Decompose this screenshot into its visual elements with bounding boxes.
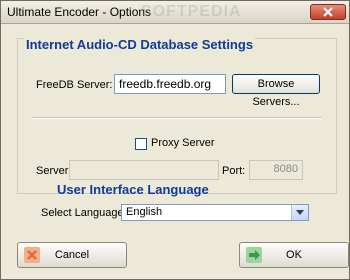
watermark: SOFTPEDIA xyxy=(141,3,242,20)
chevron-down-icon xyxy=(296,210,304,215)
proxy-server-checkbox[interactable] xyxy=(135,138,147,150)
dialog-body: Internet Audio-CD Database Settings Free… xyxy=(1,24,349,279)
title-bar[interactable]: Ultimate Encoder - Options SOFTPEDIA xyxy=(1,1,349,24)
close-icon xyxy=(323,7,333,17)
port-label: Port: xyxy=(222,165,246,177)
freedb-server-label: FreeDB Server: xyxy=(36,79,113,91)
proxy-server-label: Proxy Server xyxy=(151,137,215,149)
browse-servers-button[interactable]: Browse Servers... xyxy=(232,74,320,108)
ok-button[interactable]: OK xyxy=(239,242,349,268)
options-window: Ultimate Encoder - Options SOFTPEDIA Int… xyxy=(0,0,350,280)
language-section-title: User Interface Language xyxy=(57,182,209,197)
cancel-label: Cancel xyxy=(54,249,90,261)
language-select[interactable]: English xyxy=(121,204,309,221)
language-select-value: English xyxy=(126,206,163,218)
select-language-label: Select Language: xyxy=(41,207,127,219)
port-field[interactable]: 8080 xyxy=(249,160,303,180)
separator xyxy=(32,117,322,119)
close-button[interactable] xyxy=(310,4,346,20)
window-title: Ultimate Encoder - Options xyxy=(7,5,152,19)
group-title: Internet Audio-CD Database Settings xyxy=(24,37,256,52)
audio-cd-settings-group: Internet Audio-CD Database Settings Free… xyxy=(17,37,337,194)
ok-label: OK xyxy=(286,249,302,261)
server-label: Server: xyxy=(36,165,72,177)
freedb-server-field[interactable]: freedb.freedb.org xyxy=(114,74,226,94)
cancel-button[interactable]: Cancel xyxy=(17,242,127,268)
dropdown-arrow[interactable] xyxy=(291,205,308,220)
proxy-server-field[interactable] xyxy=(69,160,219,180)
